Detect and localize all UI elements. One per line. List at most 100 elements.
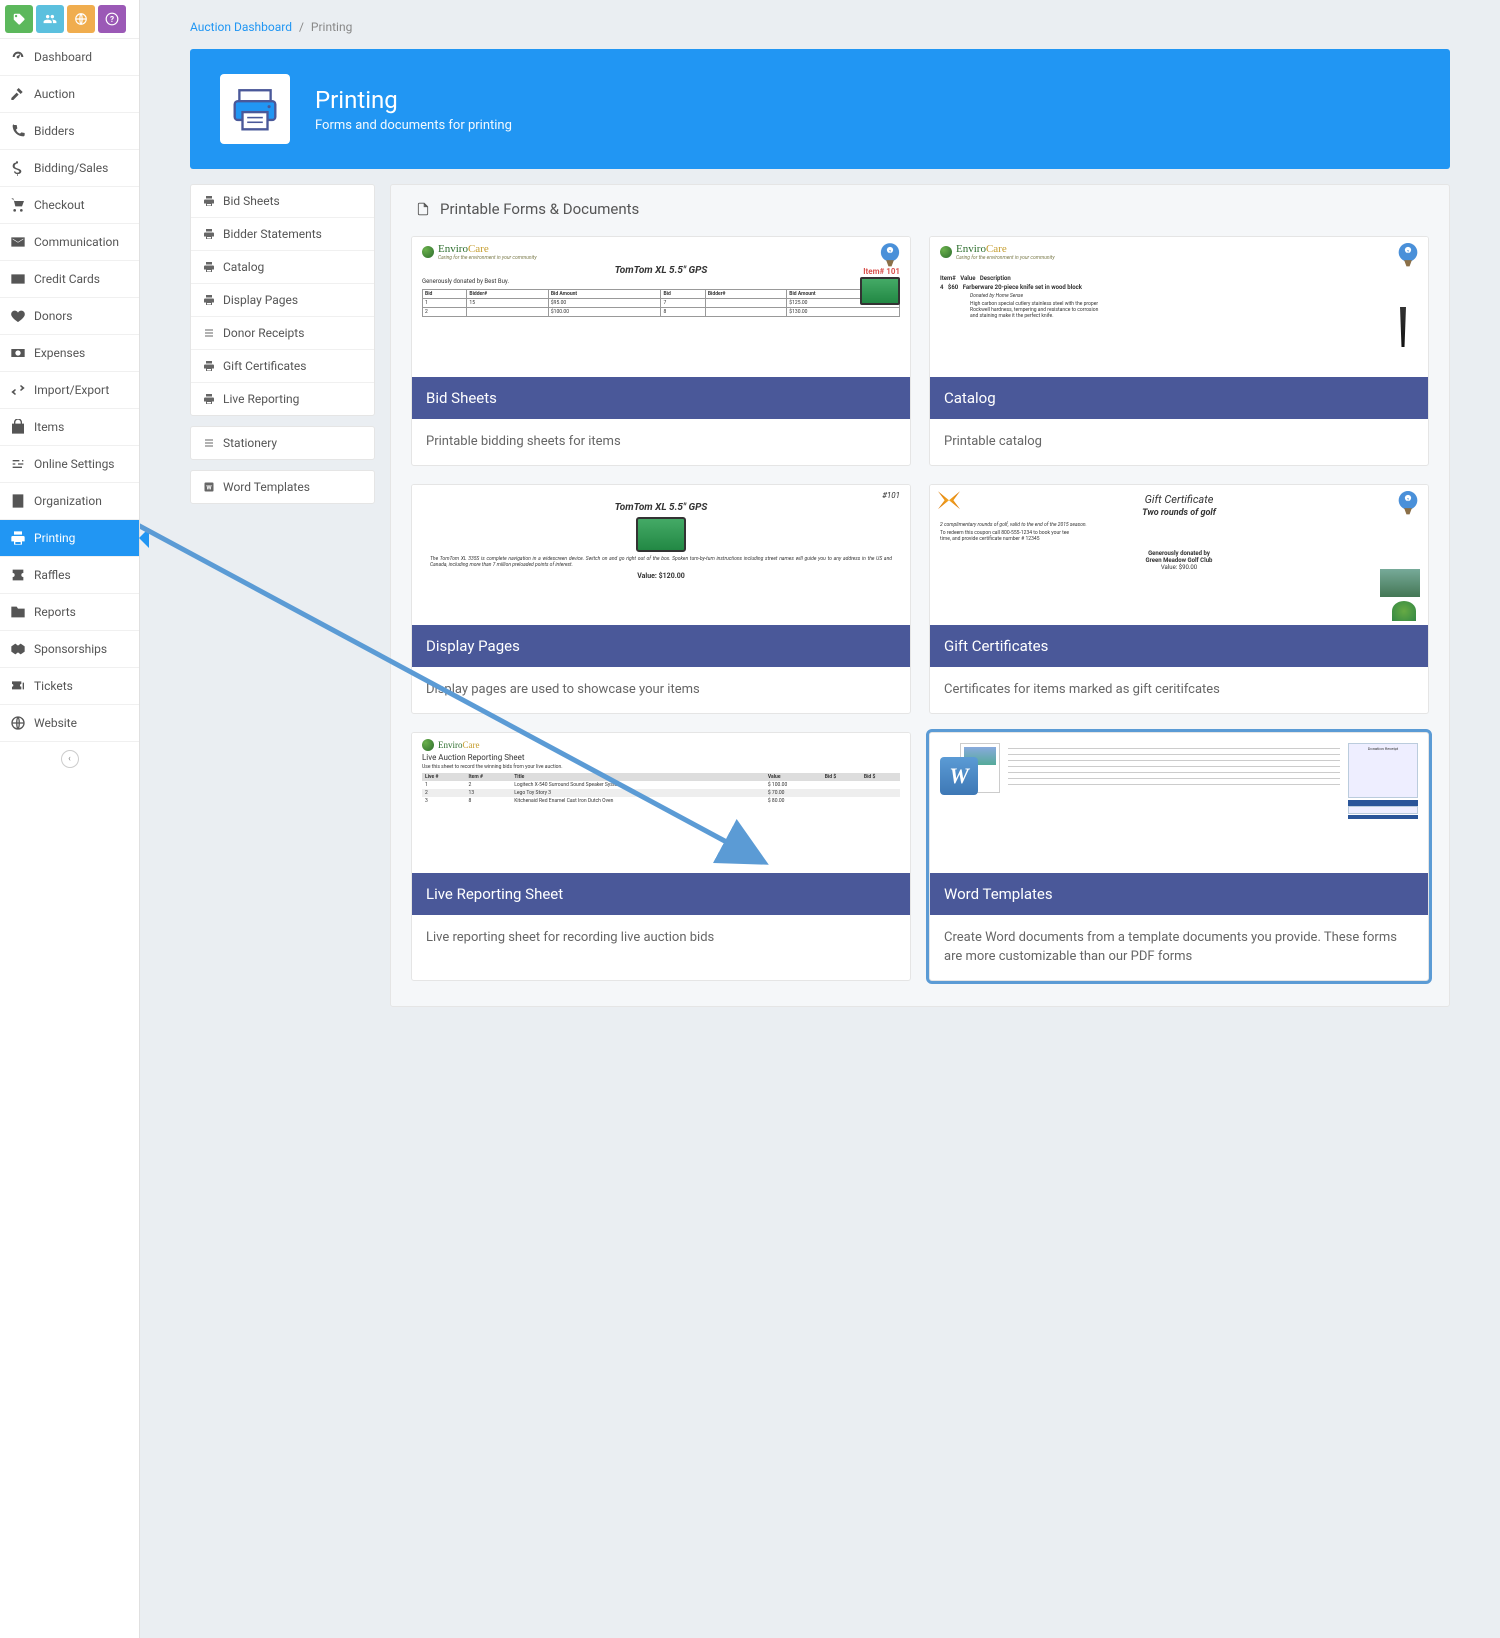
card-preview: EnviroCareCaring for the environment in …: [930, 237, 1428, 377]
top-icon-tag[interactable]: [5, 5, 33, 33]
word-icon: W: [203, 481, 215, 493]
breadcrumb-root[interactable]: Auction Dashboard: [190, 20, 292, 34]
card-preview: #101TomTom XL 5.5" GPSThe TomTom XL 335S…: [412, 485, 910, 625]
side-link-donor-receipts[interactable]: Donor Receipts: [191, 317, 374, 350]
side-link-word-templates[interactable]: WWord Templates: [191, 471, 374, 503]
card-preview: WDonation Receipt: [930, 733, 1428, 873]
envelope-icon: [10, 234, 26, 250]
nav-label: Donors: [34, 309, 72, 323]
nav-item-bidders[interactable]: Bidders: [0, 113, 139, 150]
nav-label: Sponsorships: [34, 642, 107, 656]
print-icon: [203, 228, 215, 240]
money-icon: [10, 345, 26, 361]
side-link-live-reporting[interactable]: Live Reporting: [191, 383, 374, 415]
nav-item-printing[interactable]: Printing: [0, 520, 139, 557]
nav-item-credit-cards[interactable]: Credit Cards: [0, 261, 139, 298]
print-icon: [203, 261, 215, 273]
bag-icon: [10, 419, 26, 435]
side-link-stationery[interactable]: Stationery: [191, 427, 374, 459]
nav-item-import-export[interactable]: Import/Export: [0, 372, 139, 409]
print-icon: [203, 393, 215, 405]
card-display-pages[interactable]: #101TomTom XL 5.5" GPSThe TomTom XL 335S…: [411, 484, 911, 714]
card-catalog[interactable]: EnviroCareCaring for the environment in …: [929, 236, 1429, 466]
nav-label: Bidders: [34, 124, 75, 138]
nav-label: Website: [34, 716, 77, 730]
sidebar-collapse[interactable]: ‹: [0, 742, 139, 776]
card-preview: 5Gift CertificateTwo rounds of golf2 com…: [930, 485, 1428, 625]
breadcrumb: Auction Dashboard / Printing: [190, 20, 1450, 34]
nav-item-tickets[interactable]: Tickets: [0, 668, 139, 705]
side-link-catalog[interactable]: Catalog: [191, 251, 374, 284]
breadcrumb-current: Printing: [311, 20, 352, 34]
sidebar: ? Dashboard Auction Bidders Bidding/Sales Ch…: [0, 0, 140, 1638]
list-icon: [203, 437, 215, 449]
card-preview: EnviroCareLive Auction Reporting SheetUs…: [412, 733, 910, 873]
nav-item-items[interactable]: Items: [0, 409, 139, 446]
nav-label: Organization: [34, 494, 102, 508]
nav-item-online-settings[interactable]: Online Settings: [0, 446, 139, 483]
nav-item-organization[interactable]: Organization: [0, 483, 139, 520]
nav-item-checkout[interactable]: Checkout: [0, 187, 139, 224]
card-gift-certificates[interactable]: 5Gift CertificateTwo rounds of golf2 com…: [929, 484, 1429, 714]
card-desc: Printable bidding sheets for items: [412, 419, 910, 465]
svg-text:?: ?: [110, 14, 114, 24]
page-title: Printing: [315, 86, 512, 114]
nav-label: Communication: [34, 235, 119, 249]
nav-item-website[interactable]: Website: [0, 705, 139, 742]
dollar-icon: [10, 160, 26, 176]
print-icon: [203, 195, 215, 207]
phone-icon: [10, 123, 26, 139]
list-icon: [203, 327, 215, 339]
card-preview: EnviroCareCaring for the environment in …: [412, 237, 910, 377]
card-desc: Certificates for items marked as gift ce…: [930, 667, 1428, 713]
main-content: Auction Dashboard / Printing Printing Fo…: [140, 0, 1500, 1638]
nav-label: Bidding/Sales: [34, 161, 108, 175]
ticket-icon: [10, 567, 26, 583]
nav-item-bidding-sales[interactable]: Bidding/Sales: [0, 150, 139, 187]
side-link-bidder-statements[interactable]: Bidder Statements: [191, 218, 374, 251]
print-icon: [10, 530, 26, 546]
card-icon: [10, 271, 26, 287]
nav-label: Expenses: [34, 346, 85, 360]
side-link-gift-certificates[interactable]: Gift Certificates: [191, 350, 374, 383]
card-desc: Printable catalog: [930, 419, 1428, 465]
nav-label: Checkout: [34, 198, 85, 212]
folder-icon: [10, 604, 26, 620]
nav-item-sponsorships[interactable]: Sponsorships: [0, 631, 139, 668]
page-subtitle: Forms and documents for printing: [315, 118, 512, 133]
card-title: Word Templates: [930, 873, 1428, 915]
card-title: Gift Certificates: [930, 625, 1428, 667]
card-desc: Live reporting sheet for recording live …: [412, 915, 910, 961]
card-bid-sheets[interactable]: EnviroCareCaring for the environment in …: [411, 236, 911, 466]
nav-label: Printing: [34, 531, 75, 545]
cards-header: Printable Forms & Documents: [411, 200, 1429, 218]
top-icon-globe[interactable]: [67, 5, 95, 33]
card-word-templates[interactable]: WDonation ReceiptWord TemplatesCreate Wo…: [929, 732, 1429, 980]
nav-item-communication[interactable]: Communication: [0, 224, 139, 261]
side-link-display-pages[interactable]: Display Pages: [191, 284, 374, 317]
nav-label: Items: [34, 420, 64, 434]
side-link-bid-sheets[interactable]: Bid Sheets: [191, 185, 374, 218]
nav-label: Reports: [34, 605, 76, 619]
nav-label: Dashboard: [34, 50, 92, 64]
card-desc: Display pages are used to showcase your …: [412, 667, 910, 713]
svg-text:W: W: [206, 485, 212, 492]
nav-item-dashboard[interactable]: Dashboard: [0, 39, 139, 76]
top-icon-people[interactable]: [36, 5, 64, 33]
exchange-icon: [10, 382, 26, 398]
heart-icon: [10, 308, 26, 324]
file-icon: [416, 202, 430, 216]
sliders-icon: [10, 456, 26, 472]
print-icon: [203, 294, 215, 306]
card-title: Live Reporting Sheet: [412, 873, 910, 915]
nav-item-raffles[interactable]: Raffles: [0, 557, 139, 594]
nav-item-auction[interactable]: Auction: [0, 76, 139, 113]
nav-item-reports[interactable]: Reports: [0, 594, 139, 631]
top-icons: ?: [0, 0, 139, 39]
nav-item-donors[interactable]: Donors: [0, 298, 139, 335]
building-icon: [10, 493, 26, 509]
nav-label: Raffles: [34, 568, 71, 582]
nav-item-expenses[interactable]: Expenses: [0, 335, 139, 372]
top-icon-help[interactable]: ?: [98, 5, 126, 33]
card-live-reporting-sheet[interactable]: EnviroCareLive Auction Reporting SheetUs…: [411, 732, 911, 980]
